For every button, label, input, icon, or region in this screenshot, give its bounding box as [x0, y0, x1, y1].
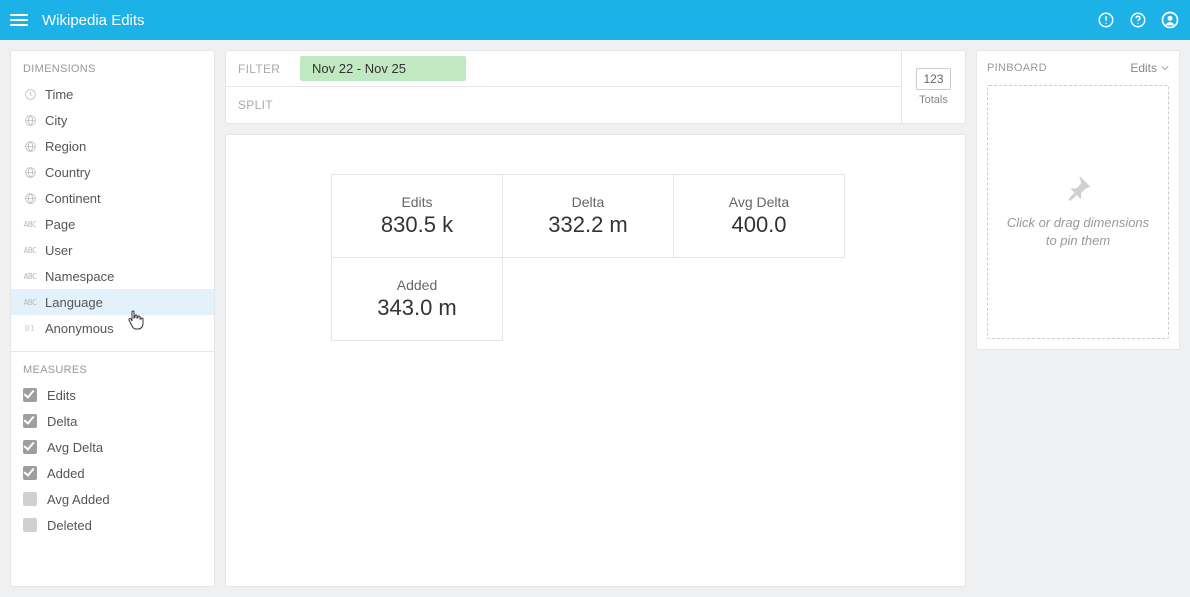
- pinboard-header: PINBOARD Edits: [987, 61, 1169, 75]
- measure-label: Deleted: [47, 518, 92, 533]
- measures-title: MEASURES: [11, 352, 214, 382]
- dimension-label: Region: [45, 139, 86, 154]
- abc-icon: ABC: [23, 269, 37, 283]
- totals-badge: 123: [916, 68, 950, 90]
- main-layout: DIMENSIONS Time City Region Country Continen…: [0, 40, 1190, 597]
- measure-avg-added[interactable]: Avg Added: [11, 486, 214, 512]
- dimension-page[interactable]: ABC Page: [11, 211, 214, 237]
- menu-icon[interactable]: [10, 11, 28, 29]
- dimension-label: Continent: [45, 191, 101, 206]
- metric-value: 332.2 m: [548, 212, 628, 238]
- checkbox-icon[interactable]: [23, 492, 37, 506]
- measure-label: Added: [47, 466, 85, 481]
- metric-value: 343.0 m: [377, 295, 457, 321]
- pinboard-measure-dropdown[interactable]: Edits: [1130, 61, 1169, 75]
- help-icon[interactable]: [1128, 10, 1148, 30]
- checkbox-icon[interactable]: [23, 414, 37, 428]
- measure-edits[interactable]: Edits: [11, 382, 214, 408]
- metrics-grid: Edits 830.5 k Delta 332.2 m Avg Delta 400.0 Ad…: [332, 175, 848, 341]
- dimension-continent[interactable]: Continent: [11, 185, 214, 211]
- dimension-label: City: [45, 113, 67, 128]
- sidebar: DIMENSIONS Time City Region Country Continen…: [10, 50, 215, 587]
- split-bar[interactable]: SPLIT: [226, 87, 901, 123]
- totals-label: Totals: [919, 94, 948, 106]
- metric-title: Added: [397, 277, 437, 293]
- measure-added[interactable]: Added: [11, 460, 214, 486]
- abc-icon: ABC: [23, 295, 37, 309]
- totals-view-button[interactable]: 123 Totals: [901, 51, 965, 123]
- pinboard-title: PINBOARD: [987, 62, 1047, 74]
- app-title: Wikipedia Edits: [42, 12, 145, 29]
- filter-bar[interactable]: FILTER Nov 22 - Nov 25: [226, 51, 901, 87]
- filter-split-group: FILTER Nov 22 - Nov 25 SPLIT: [226, 51, 901, 123]
- dimension-language[interactable]: ABC Language: [11, 289, 214, 315]
- abc-icon: ABC: [23, 217, 37, 231]
- measure-deleted[interactable]: Deleted: [11, 512, 214, 538]
- pinboard-dropdown-label: Edits: [1130, 61, 1157, 75]
- pinboard-dropzone[interactable]: Click or drag dimensions to pin them: [987, 85, 1169, 339]
- metric-card-edits[interactable]: Edits 830.5 k: [331, 174, 503, 258]
- header-left: Wikipedia Edits: [10, 11, 145, 29]
- globe-icon: [23, 113, 37, 127]
- abc-icon: ABC: [23, 243, 37, 257]
- chevron-down-icon: [1161, 65, 1169, 71]
- measure-label: Avg Delta: [47, 440, 103, 455]
- dimension-label: Country: [45, 165, 91, 180]
- dimension-namespace[interactable]: ABC Namespace: [11, 263, 214, 289]
- app-header: Wikipedia Edits: [0, 0, 1190, 40]
- clock-icon: [23, 87, 37, 101]
- dimensions-list: TimeCityRegionCountryContinentABCPageABC…: [11, 81, 214, 341]
- metric-title: Delta: [572, 194, 605, 210]
- dimension-label: Language: [45, 295, 103, 310]
- pin-icon: [1063, 174, 1093, 204]
- dimension-label: Page: [45, 217, 75, 232]
- dimensions-title: DIMENSIONS: [11, 51, 214, 81]
- alert-icon[interactable]: [1096, 10, 1116, 30]
- metric-value: 830.5 k: [381, 212, 453, 238]
- globe-icon: [23, 165, 37, 179]
- metric-card-avg-delta[interactable]: Avg Delta 400.0: [673, 174, 845, 258]
- filter-label: FILTER: [238, 62, 284, 76]
- measure-label: Avg Added: [47, 492, 110, 507]
- dimension-label: Anonymous: [45, 321, 114, 336]
- metric-title: Avg Delta: [729, 194, 789, 210]
- globe-icon: [23, 139, 37, 153]
- measure-label: Edits: [47, 388, 76, 403]
- metric-title: Edits: [401, 194, 432, 210]
- user-icon[interactable]: [1160, 10, 1180, 30]
- metric-card-delta[interactable]: Delta 332.2 m: [502, 174, 674, 258]
- checkbox-icon[interactable]: [23, 518, 37, 532]
- dimension-label: User: [45, 243, 72, 258]
- measure-delta[interactable]: Delta: [11, 408, 214, 434]
- pinboard-panel: PINBOARD Edits Click or drag dimensions …: [976, 50, 1180, 350]
- visualization-canvas: Edits 830.5 k Delta 332.2 m Avg Delta 400.0 Ad…: [225, 134, 966, 587]
- center-column: FILTER Nov 22 - Nov 25 SPLIT 123 Totals …: [225, 50, 966, 587]
- dimension-country[interactable]: Country: [11, 159, 214, 185]
- split-label: SPLIT: [238, 98, 284, 112]
- topbar: FILTER Nov 22 - Nov 25 SPLIT 123 Totals: [225, 50, 966, 124]
- dimension-region[interactable]: Region: [11, 133, 214, 159]
- dimension-anonymous[interactable]: 01 Anonymous: [11, 315, 214, 341]
- dimension-city[interactable]: City: [11, 107, 214, 133]
- measure-avg-delta[interactable]: Avg Delta: [11, 434, 214, 460]
- dimension-user[interactable]: ABC User: [11, 237, 214, 263]
- pinboard-placeholder: Click or drag dimensions to pin them: [1006, 214, 1150, 250]
- checkbox-icon[interactable]: [23, 388, 37, 402]
- zeroone-icon: 01: [23, 321, 37, 335]
- dimension-time[interactable]: Time: [11, 81, 214, 107]
- measures-list: Edits Delta Avg Delta Added Avg Added Deleted: [11, 382, 214, 538]
- dimension-label: Namespace: [45, 269, 114, 284]
- globe-icon: [23, 191, 37, 205]
- checkbox-icon[interactable]: [23, 440, 37, 454]
- metric-value: 400.0: [731, 212, 786, 238]
- checkbox-icon[interactable]: [23, 466, 37, 480]
- header-icons: [1096, 10, 1180, 30]
- measure-label: Delta: [47, 414, 77, 429]
- metric-card-added[interactable]: Added 343.0 m: [331, 257, 503, 341]
- filter-time-pill[interactable]: Nov 22 - Nov 25: [300, 56, 466, 81]
- dimension-label: Time: [45, 87, 73, 102]
